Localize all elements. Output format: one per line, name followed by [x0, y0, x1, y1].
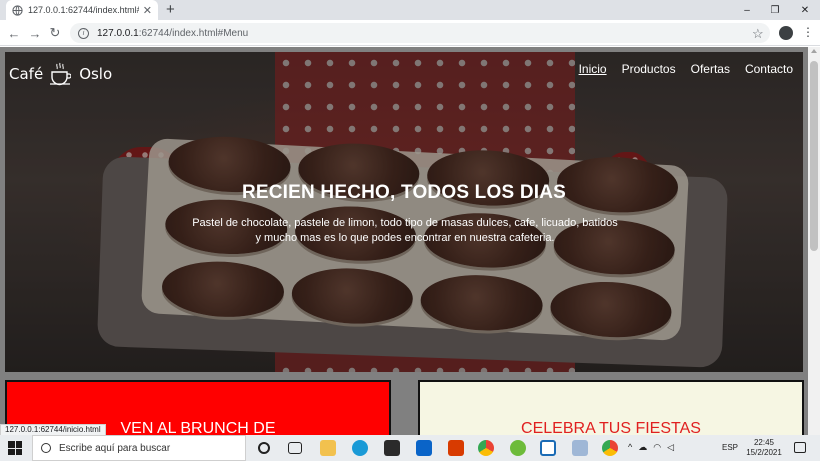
chrome-active-icon[interactable]: [602, 440, 618, 456]
tab-close-icon[interactable]: ✕: [143, 4, 152, 17]
browser-menu-icon[interactable]: ⋮: [802, 25, 814, 39]
wifi-icon[interactable]: ◠: [653, 442, 661, 453]
hero-subtitle: Pastel de chocolate, pastele de limon, t…: [155, 216, 655, 246]
clock-time: 22:45: [753, 438, 775, 447]
taskbar-search-box[interactable]: Escribe aquí para buscar: [32, 435, 246, 461]
taskbar-clock[interactable]: 22:45 15/2/2021: [746, 438, 782, 458]
forward-arrow-icon[interactable]: →: [26, 24, 44, 42]
windows-taskbar: Escribe aquí para buscar ^ ☁ ◠ ◁ ESP 22:…: [0, 435, 820, 461]
back-arrow-icon[interactable]: ←: [5, 24, 23, 42]
page-viewport: Café Oslo Inicio Productos Ofertas Conta…: [0, 47, 808, 435]
hero-title: RECIEN HECHO, TODOS LOS DIAS: [241, 182, 567, 203]
brand-right: Oslo: [79, 65, 113, 83]
tab-strip: 127.0.0.1:62744/index.html#Menu ✕ + – ❐ …: [0, 0, 820, 20]
nav-link-ofertas[interactable]: Ofertas: [691, 62, 730, 76]
search-icon: [41, 443, 51, 453]
main-nav: Inicio Productos Ofertas Contacto: [579, 62, 793, 76]
site-logo[interactable]: Café Oslo: [9, 62, 112, 86]
qgis-icon[interactable]: [510, 440, 526, 456]
clock-date: 15/2/2021: [746, 448, 782, 457]
browser-toolbar: ← → ↻ i 127.0.0.1:62744/index.html#Menu: [0, 20, 820, 46]
task-view-icon[interactable]: [288, 442, 302, 454]
volume-icon[interactable]: ◁: [667, 442, 674, 453]
app-icon[interactable]: [540, 440, 556, 456]
promo-card-title: CELEBRA TUS FIESTAS: [521, 420, 701, 435]
promo-card-fiestas[interactable]: CELEBRA TUS FIESTAS: [418, 380, 804, 435]
taskbar-search-placeholder: Escribe aquí para buscar: [59, 442, 171, 454]
nav-link-contacto[interactable]: Contacto: [745, 62, 793, 76]
onedrive-icon[interactable]: ☁: [638, 442, 647, 453]
close-window-button[interactable]: ✕: [792, 0, 818, 20]
minimize-button[interactable]: –: [734, 0, 760, 20]
notification-icon[interactable]: [794, 442, 806, 453]
office-icon[interactable]: [448, 440, 464, 456]
hero-banner: Café Oslo Inicio Productos Ofertas Conta…: [5, 52, 803, 372]
page-scrollbar[interactable]: [808, 47, 820, 435]
store-icon[interactable]: [384, 440, 400, 456]
site-info-icon[interactable]: i: [78, 27, 89, 39]
photos-icon[interactable]: [572, 440, 588, 456]
globe-icon: [12, 4, 23, 16]
url-path: :62744/index.html#Menu: [138, 27, 249, 39]
nav-link-productos[interactable]: Productos: [622, 62, 676, 76]
chevron-up-icon[interactable]: ^: [628, 442, 632, 453]
hero-subtitle-line1: Pastel de chocolate, pastele de limon, t…: [192, 217, 618, 229]
language-indicator[interactable]: ESP: [722, 443, 738, 452]
coffee-cup-icon: [50, 62, 72, 86]
reload-icon[interactable]: ↻: [46, 24, 64, 42]
restore-button[interactable]: ❐: [762, 0, 788, 20]
windows-start-icon[interactable]: [8, 441, 22, 455]
tab-title: 127.0.0.1:62744/index.html#Menu: [28, 5, 139, 15]
file-explorer-icon[interactable]: [320, 440, 336, 456]
new-tab-button[interactable]: +: [166, 2, 175, 18]
url-host: 127.0.0.1: [97, 27, 139, 39]
hero-subtitle-line2: y mucho mas es lo que podes encontrar en…: [255, 232, 555, 244]
profile-avatar-icon[interactable]: [779, 26, 793, 40]
bookmark-star-icon[interactable]: ☆: [752, 26, 764, 42]
scrollbar-thumb[interactable]: [810, 61, 818, 251]
cortana-icon[interactable]: [258, 442, 270, 454]
scroll-up-arrow-icon[interactable]: [811, 49, 817, 53]
nav-link-inicio[interactable]: Inicio: [579, 62, 607, 76]
hero-overlay: [5, 52, 803, 372]
browser-tab[interactable]: 127.0.0.1:62744/index.html#Menu ✕: [6, 0, 158, 20]
chrome-icon[interactable]: [478, 440, 494, 456]
system-tray: ^ ☁ ◠ ◁: [628, 442, 674, 453]
edge-icon[interactable]: [352, 440, 368, 456]
brand-left: Café: [9, 65, 44, 83]
address-bar[interactable]: i 127.0.0.1:62744/index.html#Menu: [70, 23, 770, 43]
mail-icon[interactable]: [416, 440, 432, 456]
